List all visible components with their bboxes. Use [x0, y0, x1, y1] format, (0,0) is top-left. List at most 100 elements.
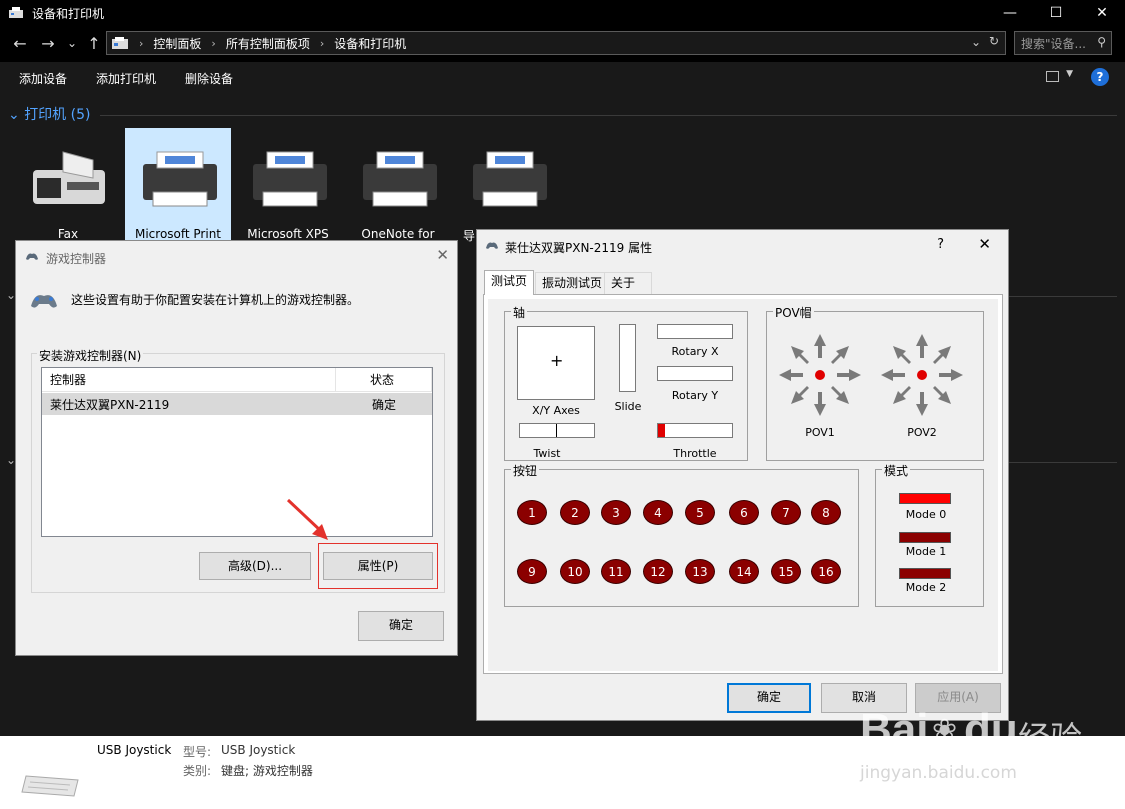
- help-icon[interactable]: ?: [937, 237, 944, 252]
- title-bar: 设备和打印机 — ☐ ✕: [0, 0, 1125, 26]
- gamepad-icon: [31, 295, 57, 308]
- up-icon[interactable]: ↑: [84, 34, 104, 53]
- close-icon[interactable]: ✕: [436, 246, 449, 264]
- tab-about[interactable]: 关于: [604, 272, 652, 294]
- mode0-indicator: [899, 493, 951, 504]
- breadcrumb-control-panel[interactable]: 控制面板: [153, 35, 201, 52]
- ok-button[interactable]: 确定: [358, 611, 444, 641]
- printer-icon: [363, 151, 437, 207]
- paw-icon: ❀: [932, 713, 958, 748]
- printer-icon: [473, 151, 547, 207]
- device-label: OneNote for: [361, 227, 435, 241]
- device-fax[interactable]: Fax: [15, 128, 121, 241]
- model-label: 型号:: [183, 745, 212, 759]
- controllers-list[interactable]: 控制器 状态 莱仕达双翼PXN-2119 确定: [41, 367, 433, 537]
- address-box[interactable]: › 控制面板 › 所有控制面板项 › 设备和打印机 ⌄ ↻: [106, 31, 1006, 55]
- rotary-y-label: Rotary Y: [671, 389, 719, 402]
- window-controls: — ☐ ✕: [987, 0, 1125, 26]
- slide-bar: [619, 324, 636, 392]
- tab-vibration-test[interactable]: 振动测试页: [535, 272, 610, 294]
- xy-axes-label: X/Y Axes: [532, 404, 580, 417]
- minimize-button[interactable]: —: [987, 0, 1033, 26]
- button-indicator-8: 8: [811, 500, 841, 525]
- advanced-button[interactable]: 高级(D)...: [199, 552, 311, 580]
- mode2-indicator: [899, 568, 951, 579]
- rotary-x-bar: [657, 324, 733, 339]
- printers-group-header[interactable]: ⌄ 打印机 (5): [8, 104, 90, 124]
- mode-group: 模式 Mode 0 Mode 1 Mode 2: [875, 462, 984, 607]
- device-onenote[interactable]: OneNote for: [345, 128, 451, 241]
- ok-button[interactable]: 确定: [727, 683, 811, 713]
- category-label: 类别:: [183, 764, 212, 778]
- button-indicator-12: 12: [643, 559, 673, 584]
- controller-name: 莱仕达双翼PXN-2119: [50, 398, 170, 412]
- throttle-label: Throttle: [673, 447, 717, 460]
- help-icon[interactable]: ?: [1091, 68, 1109, 86]
- refresh-icon[interactable]: ↻: [989, 34, 999, 48]
- remove-device-button[interactable]: 删除设备: [185, 70, 233, 87]
- window-title: 设备和打印机: [32, 6, 105, 21]
- mode0-label: Mode 0: [905, 508, 947, 521]
- rotary-y-bar: [657, 366, 733, 381]
- address-expand-icon[interactable]: ⌄: [971, 35, 981, 49]
- tab-test-page[interactable]: 测试页: [484, 270, 535, 295]
- recent-locations-icon[interactable]: ⌄: [62, 36, 82, 50]
- device-label: Microsoft XPS: [247, 227, 329, 241]
- search-placeholder: 搜索"设备...: [1021, 36, 1086, 51]
- pov1-compass-icon: [779, 334, 861, 416]
- axes-group: 轴 + X/Y Axes Slide Rotary X Rotary Y Twi…: [504, 304, 748, 461]
- add-device-button[interactable]: 添加设备: [19, 70, 67, 87]
- back-icon[interactable]: ←: [10, 34, 30, 53]
- watermark-du: du: [964, 705, 1018, 754]
- close-button[interactable]: ✕: [1079, 0, 1125, 26]
- rotary-x-label: Rotary X: [671, 345, 719, 358]
- breadcrumb-all-items[interactable]: 所有控制面板项: [226, 35, 310, 52]
- button-indicator-13: 13: [685, 559, 715, 584]
- devices-printers-icon: [9, 7, 23, 18]
- table-row[interactable]: 莱仕达双翼PXN-2119 确定: [42, 393, 432, 415]
- control-panel-icon: [112, 37, 128, 49]
- highlight-box: [318, 543, 438, 589]
- view-dropdown-icon[interactable]: ▼: [1066, 69, 1073, 79]
- watermark-jingyan: 经验: [1018, 719, 1083, 757]
- device-microsoft-print[interactable]: Microsoft Print: [125, 128, 231, 241]
- printers-group-title: 打印机 (5): [24, 107, 91, 123]
- game-controllers-dialog: 游戏控制器 ✕ 这些设置有助于你配置安装在计算机上的游戏控制器。 安装游戏控制器…: [15, 240, 458, 656]
- crosshair-icon: +: [550, 351, 564, 370]
- button-indicator-2: 2: [560, 500, 590, 525]
- printer-icon: [143, 151, 217, 207]
- pov2-compass-icon: [881, 334, 963, 416]
- buttons-group-title: 按钮: [511, 462, 540, 479]
- pov-group: POV帽 POV1 POV2: [766, 304, 984, 461]
- watermark-brand: Bai: [860, 705, 929, 754]
- group-divider: [1009, 462, 1117, 463]
- close-icon[interactable]: ✕: [978, 235, 991, 253]
- fax-icon: [33, 151, 105, 204]
- device-microsoft-xps[interactable]: Microsoft XPS: [235, 128, 341, 241]
- view-options-icon[interactable]: [1046, 71, 1059, 82]
- category-value: 键盘; 游戏控制器: [221, 764, 313, 778]
- button-indicator-11: 11: [601, 559, 631, 584]
- pov1-label: POV1: [805, 426, 835, 439]
- slide-label: Slide: [614, 400, 642, 413]
- maximize-button[interactable]: ☐: [1033, 0, 1079, 26]
- breadcrumb-devices[interactable]: 设备和打印机: [334, 35, 406, 52]
- twist-center-mark: [556, 424, 557, 437]
- column-header-controller[interactable]: 控制器: [42, 368, 336, 392]
- add-printer-button[interactable]: 添加打印机: [96, 70, 156, 87]
- button-indicator-1: 1: [517, 500, 547, 525]
- column-header-status[interactable]: 状态: [336, 368, 432, 392]
- device-wps-pdf[interactable]: 导出为WPS PDF: [455, 128, 561, 243]
- mode-group-title: 模式: [882, 462, 911, 479]
- device-label: Microsoft Print: [134, 227, 222, 241]
- pov-group-title: POV帽: [773, 304, 814, 321]
- dialog-title: 游戏控制器: [46, 252, 107, 266]
- tab-page: 轴 + X/Y Axes Slide Rotary X Rotary Y Twi…: [483, 294, 1003, 674]
- buttons-group: 按钮 1 2 3 4 5 6 7 8 9 10 11 12 13 14 15 16: [504, 462, 859, 607]
- joystick-properties-dialog: 莱仕达双翼PXN-2119 属性 ? ✕ 轴 + X/Y Axes Slide …: [476, 229, 1009, 721]
- dialog-title: 莱仕达双翼PXN-2119 属性: [505, 241, 653, 255]
- button-indicator-14: 14: [729, 559, 759, 584]
- forward-icon[interactable]: →: [38, 34, 58, 53]
- search-input[interactable]: 搜索"设备... ⚲: [1014, 31, 1112, 55]
- button-indicator-5: 5: [685, 500, 715, 525]
